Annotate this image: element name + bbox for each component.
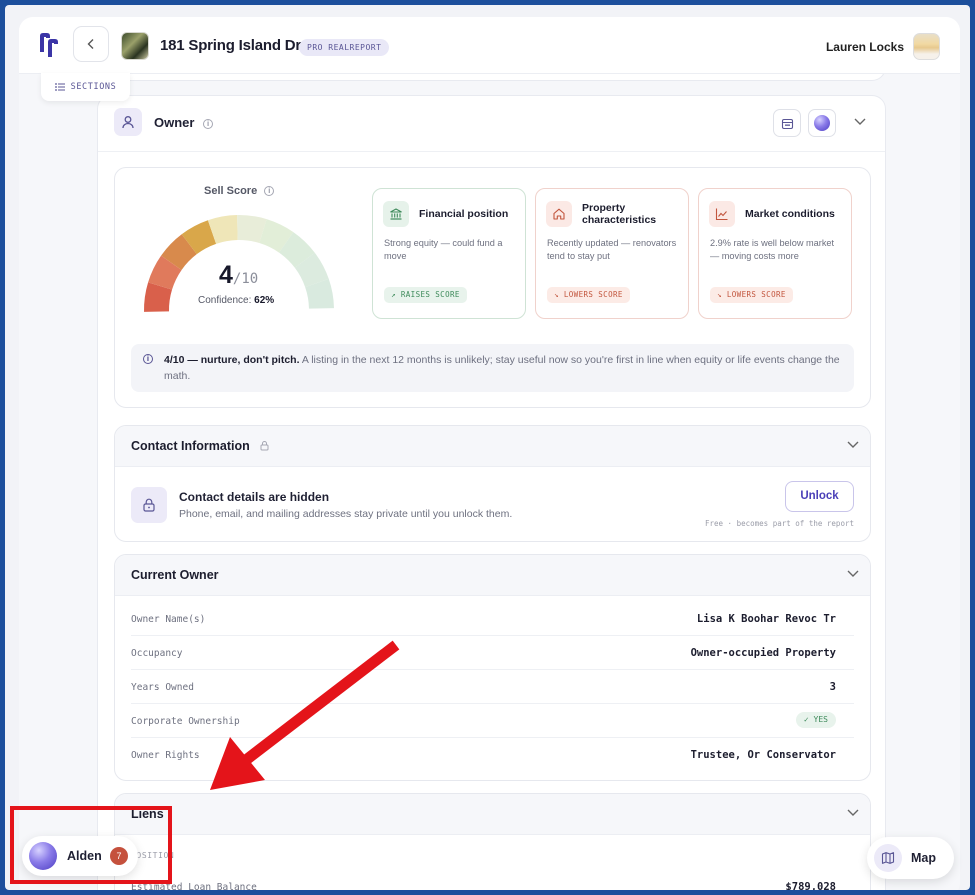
map-button[interactable]: Map <box>867 837 954 879</box>
factor-card-financial[interactable]: Financial position Strong equity — could… <box>372 188 526 319</box>
owner-row: Corporate Ownership ✓ YES <box>131 704 854 738</box>
owner-row: Occupancy Owner-occupied Property <box>131 636 854 670</box>
confidence-label: Confidence: <box>198 295 252 306</box>
factor-description: 2.9% rate is well below market — moving … <box>710 238 835 261</box>
map-label: Map <box>911 851 936 865</box>
row-key: Owner Rights <box>131 750 200 761</box>
owner-row: Owner Name(s) Lisa K Boohar Revoc Tr <box>131 602 854 636</box>
user-name[interactable]: Lauren Locks <box>826 40 904 54</box>
owner-title-text: Owner <box>154 115 195 130</box>
raises-score-tag: ↗ RAISES SCORE <box>384 287 467 303</box>
factor-card-property[interactable]: Property characteristics Recently update… <box>535 188 689 319</box>
info-icon[interactable]: i <box>264 186 275 197</box>
score-note: i 4/10 — nurture, don't pitch. A listing… <box>131 344 854 392</box>
current-owner-section: Current Owner Owner Name(s) Lisa K Booha… <box>114 554 871 781</box>
score-denominator: /10 <box>232 271 259 287</box>
row-key: Corporate Ownership <box>131 716 240 727</box>
contact-information-section: Contact Information Contact details are … <box>114 425 871 542</box>
app-logo[interactable] <box>37 30 63 60</box>
section-title: Current Owner <box>131 568 219 582</box>
section-title-text: Contact Information <box>131 439 250 453</box>
owner-row: Years Owned 3 <box>131 670 854 704</box>
pro-badge: PRO REALREPORT <box>299 39 390 56</box>
yes-badge: ✓ YES <box>795 712 836 728</box>
chevron-down-icon[interactable] <box>846 569 860 579</box>
chevron-down-icon[interactable] <box>846 808 860 818</box>
contact-hidden-description: Phone, email, and mailing addresses stay… <box>179 508 513 520</box>
calendar-icon <box>781 118 793 129</box>
app-window: Owner i Sell Score i 4/10 Confidence: 62… <box>19 17 960 890</box>
person-icon <box>114 108 142 136</box>
sell-score-panel: Sell Score i 4/10 Confidence: 62% Financ… <box>114 167 871 408</box>
factor-title: Property characteristics <box>582 202 657 226</box>
sell-score-label-text: Sell Score <box>204 185 258 197</box>
window-frame: Owner i Sell Score i 4/10 Confidence: 62… <box>5 5 970 890</box>
header-divider <box>98 151 885 152</box>
lowers-score-tag: ↘ LOWERS SCORE <box>710 287 793 303</box>
row-key: Occupancy <box>131 648 183 659</box>
contact-information-header[interactable]: Contact Information <box>115 426 870 467</box>
avatar[interactable] <box>913 33 940 60</box>
factor-description: Recently updated — renovators tend to st… <box>547 238 677 261</box>
row-value: 3 <box>829 681 836 693</box>
row-value: Trustee, Or Conservator <box>690 749 836 761</box>
map-icon <box>874 844 902 872</box>
unlock-free-note: Free · becomes part of the report <box>704 519 854 528</box>
row-value: Owner-occupied Property <box>690 647 836 659</box>
factor-title: Financial position <box>419 208 509 220</box>
owner-section-title: Owner i <box>154 115 214 130</box>
section-title: Contact Information <box>131 439 270 453</box>
orb-icon <box>814 115 830 131</box>
bank-icon <box>383 201 409 227</box>
info-icon: i <box>143 354 153 364</box>
assistant-orb-button[interactable] <box>808 109 836 137</box>
lock-icon <box>131 487 167 523</box>
factor-title: Market conditions <box>745 208 835 220</box>
sections-button[interactable]: SECTIONS <box>41 73 130 101</box>
factor-card-market[interactable]: Market conditions 2.9% rate is well belo… <box>698 188 852 319</box>
property-title: 181 Spring Island Dr <box>160 37 302 54</box>
unlock-button[interactable]: Unlock <box>785 481 854 512</box>
sell-score-label: Sell Score i <box>204 185 275 197</box>
score-value: 4/10 <box>219 261 258 290</box>
row-key: Owner Name(s) <box>131 614 206 625</box>
sections-label: SECTIONS <box>70 82 117 92</box>
confidence: Confidence: 62% <box>198 295 274 306</box>
score-number: 4 <box>219 261 233 289</box>
owner-row: Owner Rights Trustee, Or Conservator <box>131 738 854 772</box>
lowers-score-tag: ↘ LOWERS SCORE <box>547 287 630 303</box>
row-value: $789,028 <box>785 881 836 890</box>
chevron-down-icon[interactable] <box>846 440 860 450</box>
chevron-left-icon <box>87 39 94 49</box>
confidence-value: 62% <box>254 295 275 306</box>
calendar-button[interactable] <box>773 109 801 137</box>
current-owner-header[interactable]: Current Owner <box>115 555 870 596</box>
owner-card: Owner i Sell Score i 4/10 Confidence: 62… <box>97 95 886 890</box>
lock-icon <box>260 441 269 451</box>
row-value: Lisa K Boohar Revoc Tr <box>696 613 836 625</box>
contact-hidden-title: Contact details are hidden <box>179 490 330 504</box>
chevron-down-icon[interactable] <box>853 117 867 127</box>
home-icon <box>546 201 572 227</box>
liens-row: Estimated Loan Balance $789,028 <box>131 870 854 890</box>
row-key: Years Owned <box>131 682 194 693</box>
trend-chart-icon <box>709 201 735 227</box>
liens-header[interactable]: Liens <box>115 794 870 835</box>
note-headline: 4/10 — nurture, don't pitch. <box>164 354 300 366</box>
top-bar: 181 Spring Island Dr PRO REALREPORT Laur… <box>19 17 960 74</box>
back-button[interactable] <box>73 26 109 62</box>
liens-section: Liens POSITION Estimated Loan Balance $7… <box>114 793 871 890</box>
list-icon <box>54 83 65 91</box>
factor-description: Strong equity — could fund a move <box>384 238 503 261</box>
property-thumbnail <box>121 32 149 60</box>
info-icon[interactable]: i <box>203 118 214 129</box>
highlight-box <box>10 806 172 884</box>
owner-card-header: Owner i <box>114 108 871 140</box>
